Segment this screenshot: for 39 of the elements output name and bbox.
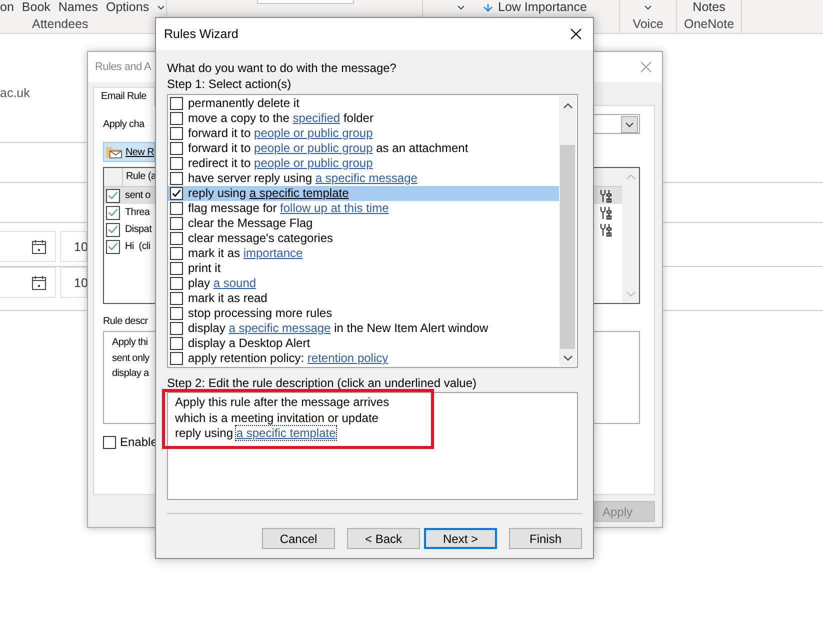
group-label: Voice <box>632 17 664 31</box>
window-title: Rules Wizard <box>164 27 238 41</box>
rule-name: Dispat <box>125 224 152 235</box>
action-label: clear message's categories <box>188 231 334 246</box>
action-label: mark it as read <box>188 291 268 306</box>
action-label: have server reply using a specific message <box>188 171 418 186</box>
description-line: Apply this rule after the message arrives <box>175 395 390 410</box>
action-label: permanently delete it <box>188 96 300 111</box>
rule-name: Threa <box>125 207 150 218</box>
step-label: Step 2: Edit the rule description (click an underlined value) <box>167 375 478 391</box>
group-label: Attendees <box>32 17 88 31</box>
action-label: move a copy to the specified folder <box>188 111 374 126</box>
action-label: forward it to people or public group <box>188 126 373 141</box>
action-label: redirect it to people or public group <box>188 156 373 171</box>
action-label: play a sound <box>188 276 256 291</box>
step-label: Step 1: Select action(s) <box>167 76 292 92</box>
field-label: Apply cha <box>103 118 144 130</box>
rule-name: sent o <box>125 190 150 201</box>
description-line: which is a meeting invitation or update <box>175 410 378 426</box>
action-label: display a specific message in the New Item Alert window <box>188 321 488 336</box>
email-text: ac.uk <box>0 86 30 100</box>
question-text: What do you want to do with the message? <box>167 60 398 76</box>
description-line: sent only <box>112 352 150 366</box>
action-label: stop processing more rules <box>188 306 332 321</box>
rule-name: Hi (cli <box>125 241 150 252</box>
description-line: reply using a specific template <box>175 426 336 442</box>
action-label: display a Desktop Alert <box>188 336 310 351</box>
action-label: flag message for follow up at this time <box>188 201 389 216</box>
action-label: forward it to people or public group as an attachment <box>188 141 468 156</box>
action-label: apply retention policy: retention policy <box>188 351 388 366</box>
action-label: reply using a specific template <box>188 186 349 201</box>
window-title: Rules and A <box>95 61 152 73</box>
action-label: mark it as importance <box>188 246 303 261</box>
description-line: display a <box>112 367 149 381</box>
group-label: OneNote <box>684 17 734 31</box>
action-label: print it <box>188 261 221 276</box>
description-line: Apply thi <box>112 336 148 350</box>
section-label: Rule descr <box>103 316 148 327</box>
action-label: clear the Message Flag <box>188 216 313 231</box>
